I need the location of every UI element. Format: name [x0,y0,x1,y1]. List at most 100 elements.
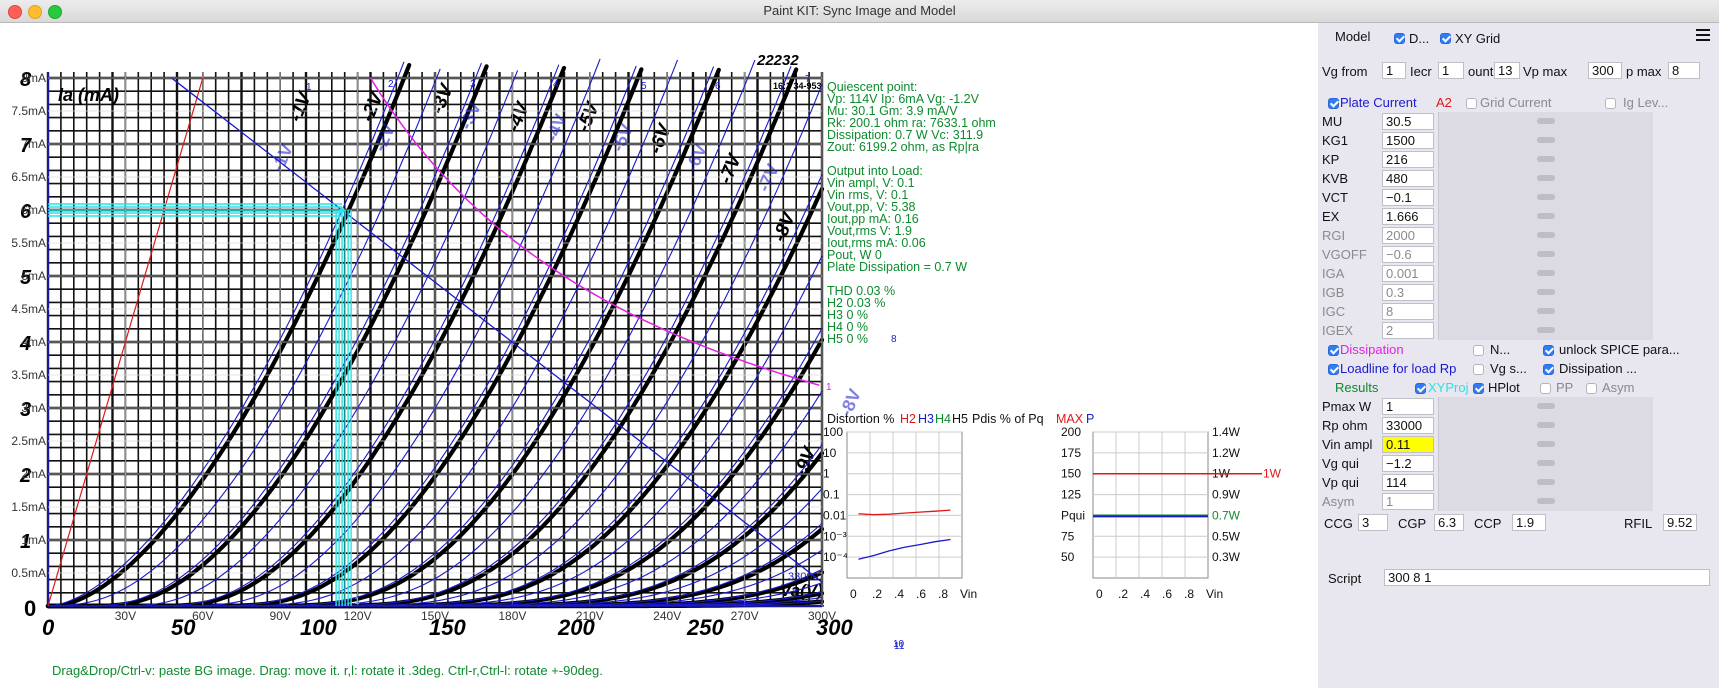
vg-s-checkbox[interactable] [1473,364,1484,375]
param-value-input[interactable]: 2000 [1382,227,1434,244]
param-slider-thumb[interactable] [1537,137,1555,143]
curve-number-label: 6 [715,81,721,92]
distortion-header: Distortion % [827,412,894,426]
pdis-right-label: 0.5W [1212,529,1241,543]
pdis-p-legend: P [1086,412,1094,426]
param-slider-thumb[interactable] [1537,213,1555,219]
param-slider-thumb[interactable] [1537,327,1555,333]
pdis-frame [1092,431,1209,579]
param-slider-thumb[interactable] [1537,118,1555,124]
distortion-y-label: 0.01 [823,508,847,522]
x-tick-label: 180V [498,609,526,623]
n-checkbox[interactable] [1473,345,1484,356]
x-tick-label: 300V [808,609,836,623]
vg-from-input[interactable]: 1 [1382,62,1406,79]
pdis-left-label: 75 [1061,529,1075,543]
plate-characteristics-plot[interactable]: 0 50 100 150 200 250 300123456780Ia (mA)Va(V)2… [0,23,1318,688]
distortion-y-label: 10⁻³ [823,529,847,543]
incr-input[interactable]: 1 [1438,62,1464,79]
pdis-x-label: .2 [1118,587,1128,601]
ccp-label: CCP [1474,516,1502,531]
pdis-header: Pdis % of Pq [972,412,1044,426]
x-tick-label: 210V [576,609,604,623]
ccg-input[interactable]: 3 [1358,514,1388,531]
param-value-input[interactable]: 1500 [1382,132,1434,149]
unlock-spice-checkbox[interactable] [1543,345,1554,356]
ccp-input[interactable]: 1.9 [1512,514,1546,531]
rfil-label: RFIL [1624,516,1653,531]
param-value-input[interactable]: 0.001 [1382,265,1434,282]
ig-lev-checkbox[interactable] [1605,98,1616,109]
hamburger-menu-icon[interactable] [1696,29,1710,41]
pdis-left-label: 125 [1061,488,1081,502]
dissipation2-checkbox[interactable] [1543,364,1554,375]
param-value-input[interactable]: 1 [1382,398,1434,415]
param-value-input[interactable]: 1.666 [1382,208,1434,225]
param-slider-thumb[interactable] [1537,232,1555,238]
bg-corner-text: 22232 [756,52,799,69]
param-value-input[interactable]: 0.11 [1382,436,1434,453]
param-slider-thumb[interactable] [1537,289,1555,295]
param-slider-thumb[interactable] [1537,441,1555,447]
xy-grid-label: XY Grid [1455,31,1501,46]
param-label: MU [1322,114,1343,129]
param-slider-thumb[interactable] [1537,270,1555,276]
pdis-x-label: Vin [1206,587,1223,601]
param-value-input[interactable]: 2 [1382,322,1434,339]
curve-number-label: 4 [553,79,559,90]
param-slider-thumb[interactable] [1537,403,1555,409]
param-slider-thumb[interactable] [1537,156,1555,162]
param-value-input[interactable]: 30.5 [1382,113,1434,130]
unlock-spice-label: unlock SPICE para... [1559,342,1680,357]
param-label: Pmax W [1322,399,1372,414]
param-slider-thumb[interactable] [1537,498,1555,504]
vp-max-label: Vp max [1523,64,1568,79]
distortion-y-label: 0.1 [823,488,840,502]
xy-grid-checkbox[interactable] [1440,33,1451,44]
pp-checkbox[interactable] [1540,383,1551,394]
xyproj-label: XYProj [1428,380,1469,395]
param-slider-thumb[interactable] [1537,479,1555,485]
rfil-input[interactable]: 9.52 [1663,514,1697,531]
bg-ylabel: Ia (mA) [58,85,119,105]
param-value-input[interactable]: 114 [1382,474,1434,491]
pdis-right-label: 1.2W [1212,446,1241,460]
param-value-input[interactable]: 0.3 [1382,284,1434,301]
param-value-input[interactable]: 480 [1382,170,1434,187]
param-slider-thumb[interactable] [1537,251,1555,257]
plate-current-checkbox[interactable] [1328,98,1339,109]
script-label: Script [1328,571,1362,586]
param-slider-thumb[interactable] [1537,460,1555,466]
grid-current-checkbox[interactable] [1466,98,1477,109]
plate-current-label: Plate Current [1340,95,1417,110]
param-value-input[interactable]: 8 [1382,303,1434,320]
control-panel: Model D... XY Grid Vg from 1 Iecr 1 ount… [1318,23,1719,688]
y-tick-label: 4mA [21,335,46,349]
param-value-input[interactable]: 33000 [1382,417,1434,434]
param-value-input[interactable]: −0.1 [1382,189,1434,206]
script-input[interactable]: 300 8 1 [1384,569,1710,586]
param-slider-thumb[interactable] [1537,194,1555,200]
x-tick-label: 270V [731,609,759,623]
count-input[interactable]: 13 [1494,62,1520,79]
asym-checkbox[interactable] [1586,383,1597,394]
vp-max-input[interactable]: 300 [1588,62,1622,79]
param-value-input[interactable]: 1 [1382,493,1434,510]
hplot-checkbox[interactable] [1473,383,1484,394]
param-value-input[interactable]: −1.2 [1382,455,1434,472]
param-label: IGEX [1322,323,1354,338]
param-slider-thumb[interactable] [1537,175,1555,181]
xyproj-checkbox[interactable] [1415,383,1426,394]
ccg-label: CCG [1324,516,1353,531]
param-slider-thumb[interactable] [1537,422,1555,428]
param-value-input[interactable]: 216 [1382,151,1434,168]
param-slider-thumb[interactable] [1537,308,1555,314]
cgp-input[interactable]: 6.3 [1434,514,1464,531]
ip-max-input[interactable]: 8 [1668,62,1700,79]
pdis-x-label: .6 [1162,587,1172,601]
vg-from-label: Vg from [1322,64,1368,79]
param-value-input[interactable]: −0.6 [1382,246,1434,263]
dissipation-checkbox[interactable] [1328,345,1339,356]
loadline-checkbox[interactable] [1328,364,1339,375]
d-checkbox[interactable] [1394,33,1405,44]
